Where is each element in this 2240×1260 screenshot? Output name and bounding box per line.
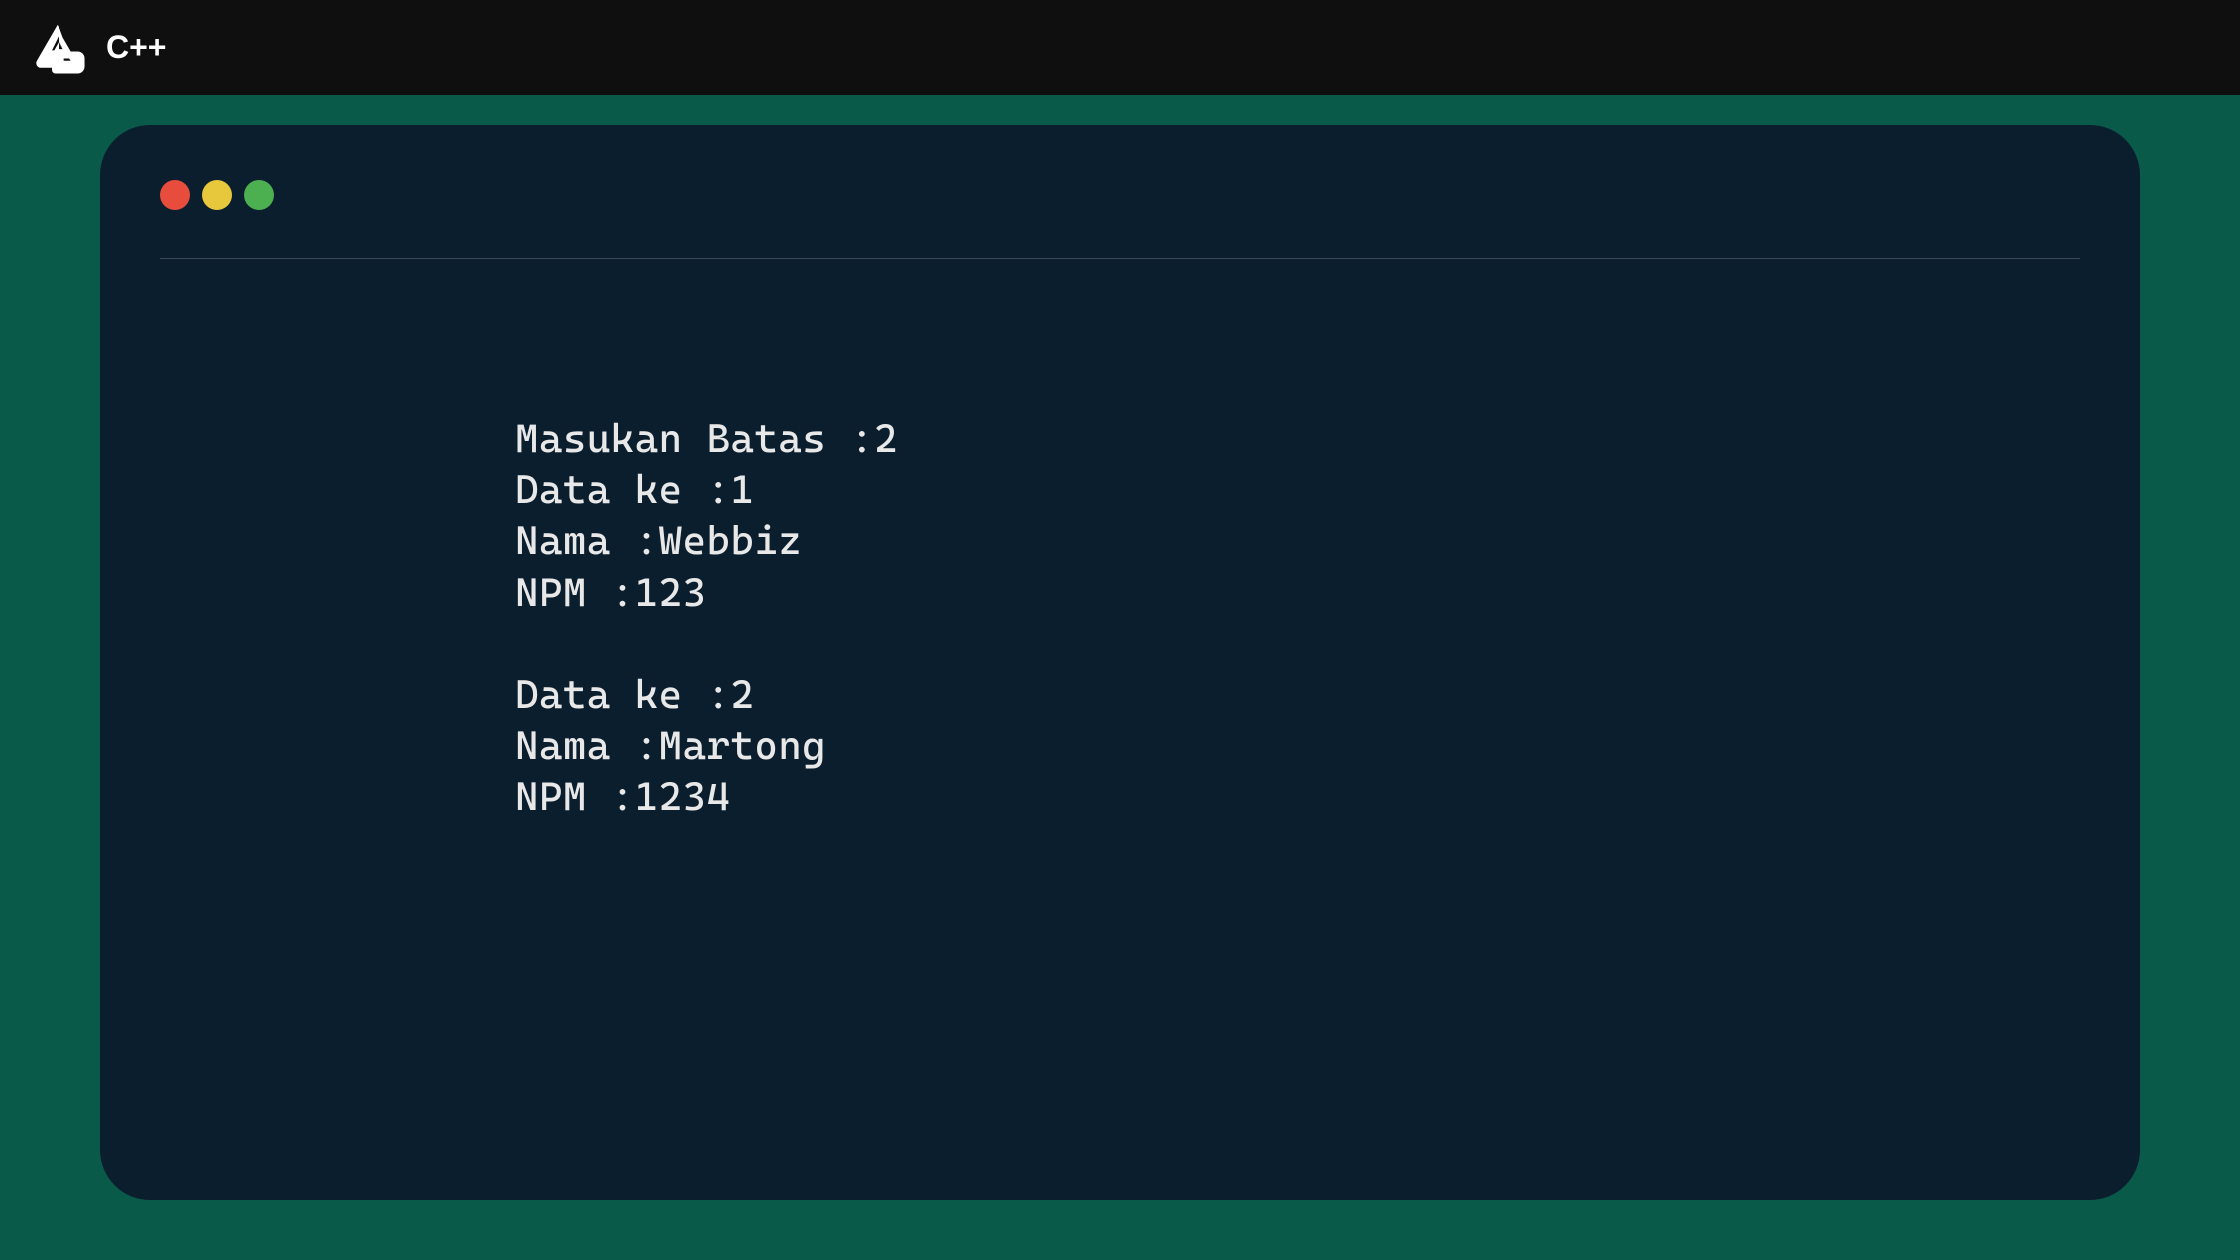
logo-icon (30, 19, 88, 77)
terminal-line: Masukan Batas :2 (515, 416, 898, 462)
terminal-line: Nama :Martong (515, 723, 826, 769)
terminal-line: Nama :Webbiz (515, 518, 802, 564)
app-header: C++ (0, 0, 2240, 95)
terminal-window: Masukan Batas :2 Data ke :1 Nama :Webbiz… (100, 125, 2140, 1200)
window-controls (160, 180, 2080, 259)
terminal-line: NPM :123 (515, 570, 707, 616)
header-title: C++ (106, 29, 166, 66)
terminal-line: Data ke :2 (515, 672, 754, 718)
maximize-button[interactable] (244, 180, 274, 210)
page-background: Masukan Batas :2 Data ke :1 Nama :Webbiz… (0, 95, 2240, 1260)
terminal-line: NPM :1234 (515, 774, 730, 820)
terminal-output: Masukan Batas :2 Data ke :1 Nama :Webbiz… (160, 414, 2080, 824)
minimize-button[interactable] (202, 180, 232, 210)
close-button[interactable] (160, 180, 190, 210)
terminal-line: Data ke :1 (515, 467, 754, 513)
